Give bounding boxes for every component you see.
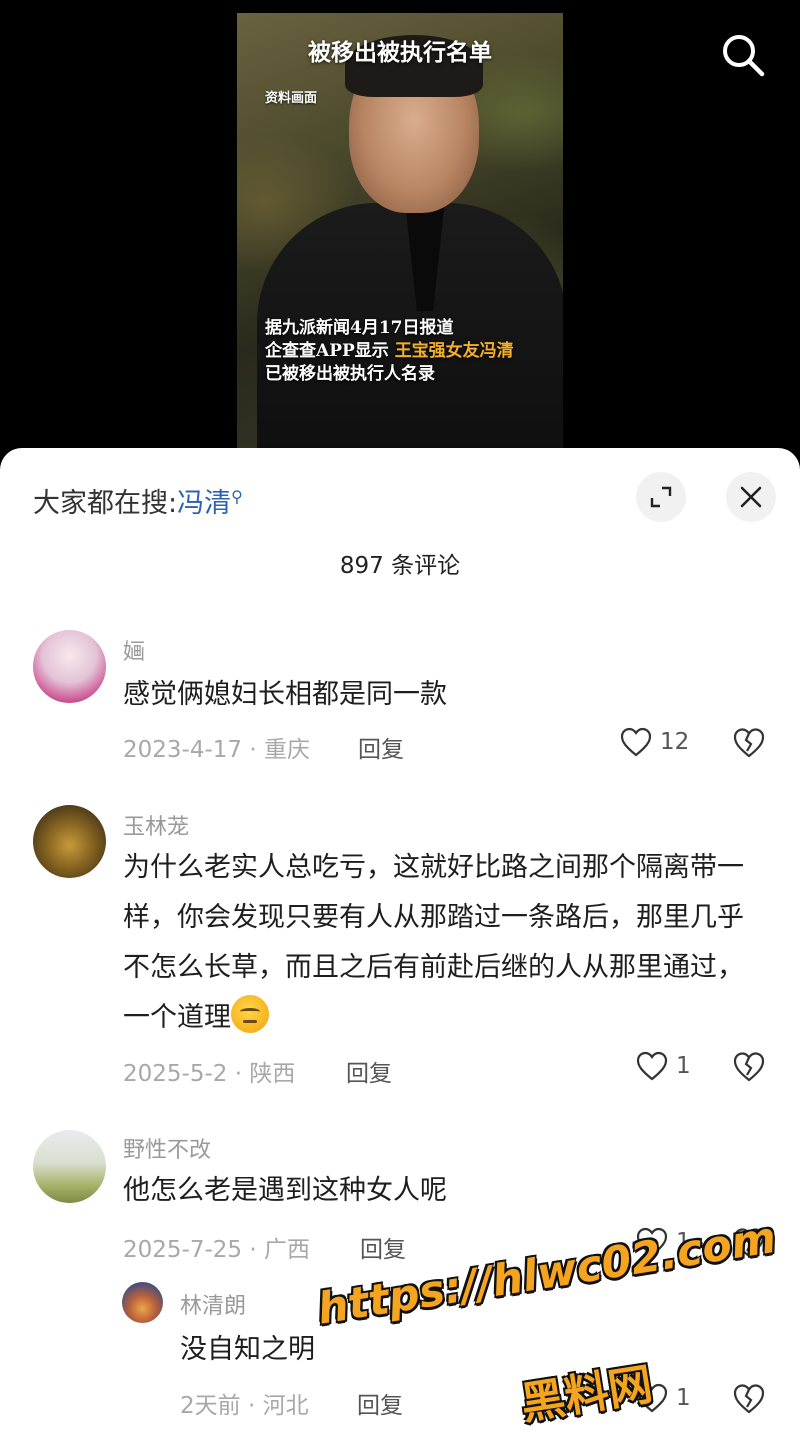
hot-search-keyword[interactable]: 冯清 bbox=[177, 488, 231, 519]
comment-text-body: 为什么老实人总吃亏，这就好比路之间那个隔离带一样，你会发现只要有人从那踏过一条路… bbox=[123, 852, 744, 1033]
like-button[interactable]: 12 bbox=[620, 727, 689, 757]
search-small-icon: ⚲ bbox=[231, 487, 243, 506]
close-button[interactable] bbox=[726, 472, 776, 522]
comment-item: 玉林茏 为什么老实人总吃亏，这就好比路之间那个隔离带一样，你会发现只要有人从那踏… bbox=[0, 803, 800, 1103]
hot-search-label: 大家都在搜: bbox=[33, 488, 178, 519]
avatar[interactable] bbox=[33, 805, 106, 878]
search-icon bbox=[723, 35, 765, 77]
comment-username[interactable]: 野性不改 bbox=[123, 1132, 211, 1164]
hot-search-bar[interactable]: 大家都在搜:冯清⚲ bbox=[33, 481, 243, 520]
caption-line-1: 据九派新闻4月17日报道 bbox=[265, 318, 454, 338]
comment-item: 婳 感觉俩媳妇长相都是同一款 2023-4-17 · 重庆 回复 12 bbox=[0, 628, 800, 768]
thinking-emoji-icon bbox=[231, 995, 269, 1033]
comment-text: 他怎么老是遇到这种女人呢 bbox=[123, 1175, 447, 1206]
comment-date-location: 2025-7-25 · 广西 bbox=[123, 1237, 310, 1263]
broken-heart-icon[interactable] bbox=[732, 1051, 766, 1083]
expand-icon bbox=[650, 486, 672, 508]
broken-heart-icon[interactable] bbox=[732, 727, 766, 759]
avatar[interactable] bbox=[122, 1282, 163, 1323]
comment-username[interactable]: 玉林茏 bbox=[123, 809, 189, 841]
like-button[interactable]: 1 bbox=[636, 1051, 691, 1081]
comment-count-suffix: 条评论 bbox=[391, 553, 461, 579]
video-frame[interactable]: 被移出被执行名单 资料画面 据九派新闻4月17日报道 企查查APP显示 王宝强女… bbox=[237, 13, 563, 460]
video-tag: 资料画面 bbox=[265, 91, 318, 106]
reply-button[interactable]: 回复 bbox=[357, 1386, 403, 1420]
like-count: 1 bbox=[676, 1053, 691, 1079]
video-player[interactable]: 被移出被执行名单 资料画面 据九派新闻4月17日报道 企查查APP显示 王宝强女… bbox=[0, 0, 800, 470]
expand-button[interactable] bbox=[636, 472, 686, 522]
heart-icon bbox=[636, 1051, 668, 1081]
comment-text: 没自知之明 bbox=[180, 1334, 315, 1365]
heart-icon bbox=[620, 727, 652, 757]
comment-username[interactable]: 林清朗 bbox=[180, 1288, 246, 1320]
reply-button[interactable]: 回复 bbox=[360, 1230, 406, 1264]
comment-count-number: 897 bbox=[339, 553, 384, 579]
comment-date-location: 2023-4-17 · 重庆 bbox=[123, 737, 310, 763]
caption-line-3: 已被移出被执行人名录 bbox=[265, 364, 435, 384]
broken-heart-icon[interactable] bbox=[732, 1383, 766, 1415]
comment-text: 为什么老实人总吃亏，这就好比路之间那个隔离带一样，你会发现只要有人从那踏过一条路… bbox=[123, 843, 755, 1043]
like-count: 1 bbox=[676, 1385, 691, 1411]
search-button[interactable] bbox=[718, 30, 768, 80]
video-title: 被移出被执行名单 bbox=[308, 39, 492, 66]
caption-line-2-prefix: 企查查APP显示 bbox=[265, 341, 395, 361]
caption-line-2: 企查查APP显示 王宝强女友冯清 bbox=[265, 340, 514, 363]
like-count: 12 bbox=[660, 729, 690, 755]
avatar[interactable] bbox=[33, 630, 106, 703]
close-icon bbox=[740, 486, 762, 508]
comment-date-location: 2025-5-2 · 陕西 bbox=[123, 1061, 296, 1087]
reply-button[interactable]: 回复 bbox=[358, 730, 404, 764]
reply-button[interactable]: 回复 bbox=[346, 1054, 392, 1088]
avatar[interactable] bbox=[33, 1130, 106, 1203]
comment-username[interactable]: 婳 bbox=[123, 634, 145, 666]
comment-text: 感觉俩媳妇长相都是同一款 bbox=[123, 679, 447, 710]
video-caption: 据九派新闻4月17日报道 企查查APP显示 王宝强女友冯清 已被移出被执行人名录 bbox=[265, 317, 514, 386]
comment-date-location: 2天前 · 河北 bbox=[180, 1393, 309, 1419]
caption-highlight: 王宝强女友冯清 bbox=[394, 341, 514, 361]
comment-count: 897 条评论 bbox=[0, 546, 800, 580]
